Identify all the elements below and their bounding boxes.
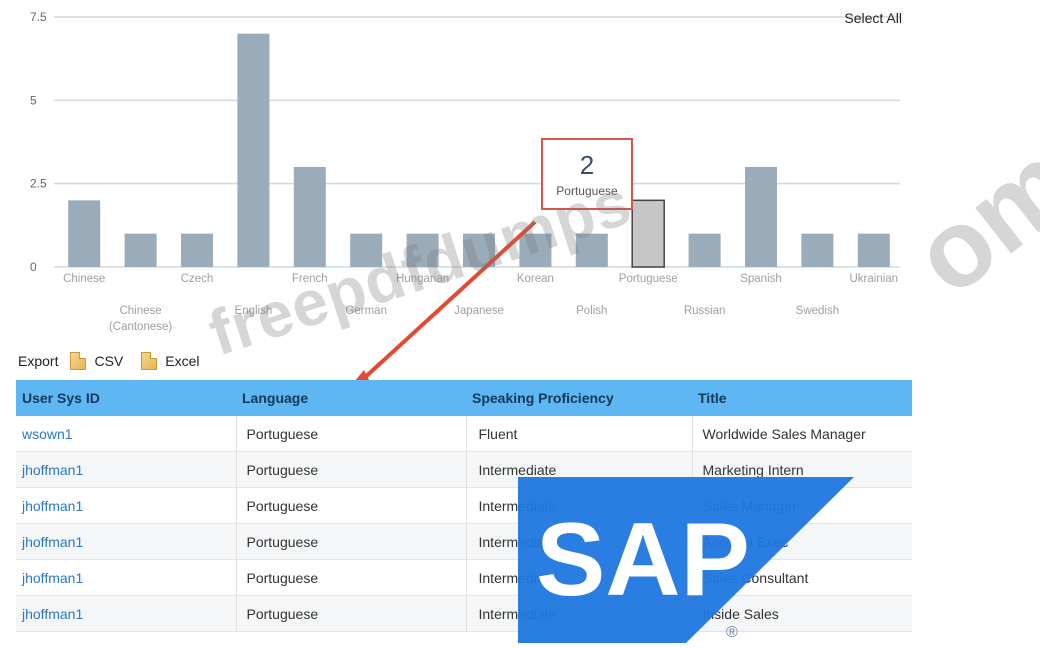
language-cell: Portuguese <box>235 595 467 632</box>
csv-file-icon <box>70 352 87 370</box>
registered-mark: ® <box>726 624 738 641</box>
excel-file-icon <box>141 352 158 370</box>
user-sys-id-cell[interactable]: jhoffman1 <box>16 451 236 488</box>
export-csv-label: CSV <box>94 353 124 369</box>
language-cell: Portuguese <box>235 523 467 560</box>
column-header-title[interactable]: Title <box>692 380 912 416</box>
user-sys-id-cell[interactable]: jhoffman1 <box>16 523 236 560</box>
title-cell: Worldwide Sales Manager <box>691 416 912 452</box>
user-sys-id-cell[interactable]: jhoffman1 <box>16 559 236 596</box>
language-cell: Portuguese <box>235 451 467 488</box>
column-header-speaking-proficiency[interactable]: Speaking Proficiency <box>466 380 692 416</box>
sap-logo-text: SAP <box>536 502 750 618</box>
user-sys-id-cell[interactable]: wsown1 <box>16 416 236 452</box>
user-sys-id-cell[interactable]: jhoffman1 <box>16 595 236 632</box>
user-sys-id-cell[interactable]: jhoffman1 <box>16 487 236 524</box>
export-excel-label: Excel <box>165 353 200 369</box>
table-row: wsown1 Portuguese Fluent Worldwide Sales… <box>16 416 912 452</box>
export-label: Export <box>18 353 59 369</box>
table-header-row: User Sys ID Language Speaking Proficienc… <box>16 380 912 416</box>
language-cell: Portuguese <box>235 487 467 524</box>
column-header-language[interactable]: Language <box>236 380 466 416</box>
export-row: Export CSV Excel <box>18 350 218 372</box>
proficiency-cell: Fluent <box>466 416 692 452</box>
language-cell: Portuguese <box>235 416 467 452</box>
export-excel-button[interactable]: Excel <box>141 352 200 370</box>
export-csv-button[interactable]: CSV <box>70 352 123 370</box>
sap-logo: SAP <box>518 477 854 643</box>
language-cell: Portuguese <box>235 559 467 596</box>
column-header-user-sys-id[interactable]: User Sys ID <box>16 380 236 416</box>
